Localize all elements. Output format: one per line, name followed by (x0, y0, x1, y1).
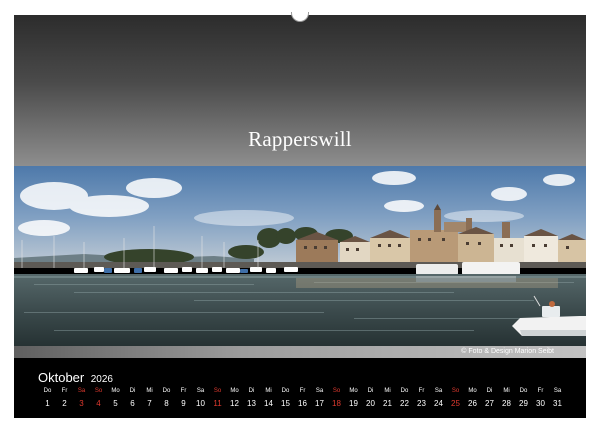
weekday-label: Do (400, 388, 409, 394)
day-number: 16 (298, 399, 307, 408)
day-number: 7 (147, 399, 152, 408)
day-number: 6 (130, 399, 135, 408)
weekday-label: So (213, 388, 222, 394)
day-number: 9 (181, 399, 186, 408)
panorama-photo (14, 166, 586, 346)
day-number: 22 (400, 399, 409, 408)
weekday-row: Do Fr Sa So Mo Di Mi Do Fr Sa So Mo Di Mi Do Fr Sa So Mo Di… (39, 388, 566, 394)
weekday-label: Mo (230, 388, 239, 394)
weekday-label: Do (162, 388, 171, 394)
day-number: 24 (434, 399, 443, 408)
weekday-label: So (94, 388, 103, 394)
weekday-label: Fr (299, 388, 306, 394)
day-number: 31 (553, 399, 562, 408)
weekday-label: Mi (146, 388, 153, 394)
month-name: Oktober (38, 370, 85, 385)
weekday-label: Mo (349, 388, 358, 394)
day-number: 28 (502, 399, 511, 408)
calendar-strip: Oktober 2026 Do Fr Sa So Mo Di Mi Do Fr Sa So Mo Di M… (14, 358, 586, 418)
weekday-label: Sa (315, 388, 324, 394)
weekday-label: Mi (265, 388, 272, 394)
panorama-illustration (14, 166, 586, 346)
day-number: 12 (230, 399, 239, 408)
day-number-row: 1 2 3 4 5 6 7 8 9 10 11 12 13 14 15 16 17 18 19 20 21 22 23 24 2… (39, 399, 566, 408)
day-number: 29 (519, 399, 528, 408)
day-number: 3 (79, 399, 84, 408)
weekday-label: Sa (553, 388, 562, 394)
day-number: 19 (349, 399, 358, 408)
page-title: Rapperswill (248, 127, 352, 151)
day-number: 4 (96, 399, 101, 408)
day-number: 2 (62, 399, 67, 408)
day-number: 13 (247, 399, 256, 408)
weekday-label: Mo (468, 388, 477, 394)
weekday-label: So (332, 388, 341, 394)
weekday-label: Do (519, 388, 528, 394)
day-number: 18 (332, 399, 341, 408)
weekday-label: Fr (180, 388, 187, 394)
day-number: 26 (468, 399, 477, 408)
day-number: 21 (383, 399, 392, 408)
day-number: 15 (281, 399, 290, 408)
weekday-label: Di (129, 388, 136, 394)
weekday-label: Mi (384, 388, 391, 394)
day-number: 25 (451, 399, 460, 408)
weekday-label: Fr (537, 388, 544, 394)
weekday-label: Fr (61, 388, 68, 394)
day-number: 1 (45, 399, 50, 408)
day-number: 20 (366, 399, 375, 408)
weekday-label: Mi (503, 388, 510, 394)
day-number: 17 (315, 399, 324, 408)
weekday-label: Do (281, 388, 290, 394)
day-number: 8 (164, 399, 169, 408)
weekday-label: Do (43, 388, 52, 394)
weekday-label: So (451, 388, 460, 394)
day-number: 5 (113, 399, 118, 408)
header-band: Rapperswill (14, 15, 586, 166)
day-number: 23 (417, 399, 426, 408)
weekday-label: Sa (196, 388, 205, 394)
weekday-label: Di (367, 388, 374, 394)
day-number: 14 (264, 399, 273, 408)
weekday-label: Di (486, 388, 493, 394)
day-number: 11 (213, 399, 222, 408)
weekday-label: Sa (77, 388, 86, 394)
month-heading: Oktober 2026 (38, 369, 113, 387)
weekday-label: Fr (418, 388, 425, 394)
photo-credit-bar: © Foto & Design Marion Seibt (14, 346, 586, 358)
month-year: 2026 (90, 374, 113, 385)
weekday-label: Mo (111, 388, 120, 394)
day-number: 10 (196, 399, 205, 408)
weekday-label: Di (248, 388, 255, 394)
photo-credit: © Foto & Design Marion Seibt (461, 348, 554, 355)
weekday-label: Sa (434, 388, 443, 394)
day-number: 27 (485, 399, 494, 408)
day-number: 30 (536, 399, 545, 408)
